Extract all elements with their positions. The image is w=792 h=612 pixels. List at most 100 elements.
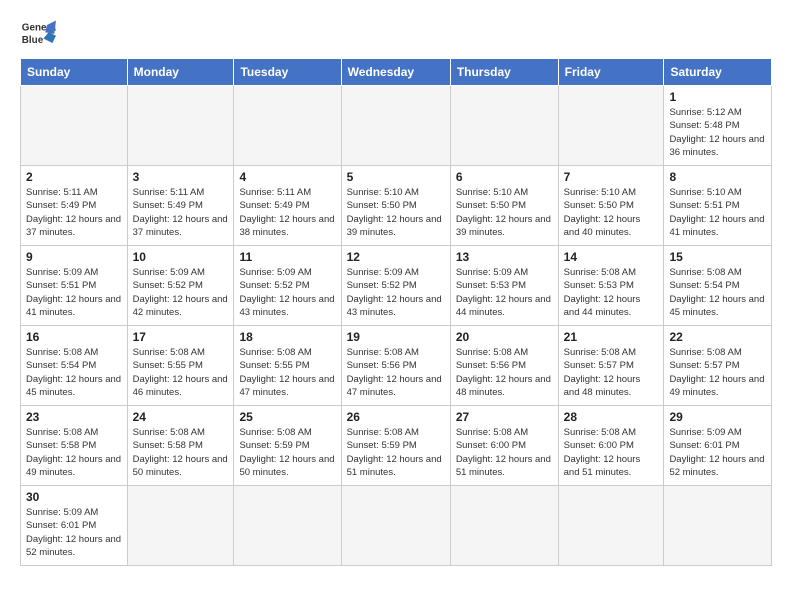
calendar-day-cell <box>558 86 664 166</box>
calendar-day-cell: 15 Sunrise: 5:08 AM Sunset: 5:54 PM Dayli… <box>664 246 772 326</box>
day-number: 1 <box>669 90 766 104</box>
day-number: 29 <box>669 410 766 424</box>
generalblue-logo-icon: General Blue <box>20 16 56 52</box>
day-info: Sunrise: 5:08 AM Sunset: 6:00 PM Dayligh… <box>564 426 659 479</box>
calendar-day-cell: 8 Sunrise: 5:10 AM Sunset: 5:51 PM Daylig… <box>664 166 772 246</box>
day-number: 24 <box>133 410 229 424</box>
day-info: Sunrise: 5:08 AM Sunset: 5:59 PM Dayligh… <box>347 426 445 479</box>
day-info: Sunrise: 5:08 AM Sunset: 5:56 PM Dayligh… <box>456 346 553 399</box>
calendar-day-cell <box>21 86 128 166</box>
day-number: 18 <box>239 330 335 344</box>
weekday-header-sunday: Sunday <box>21 59 128 86</box>
calendar-week-row: 30Sunrise: 5:09 AM Sunset: 6:01 PM Dayli… <box>21 486 772 566</box>
day-info: Sunrise: 5:08 AM Sunset: 5:55 PM Dayligh… <box>239 346 335 399</box>
day-number: 21 <box>564 330 659 344</box>
calendar-day-cell: 2Sunrise: 5:11 AM Sunset: 5:49 PM Daylig… <box>21 166 128 246</box>
calendar-week-row: 16 Sunrise: 5:08 AM Sunset: 5:54 PM Dayli… <box>21 326 772 406</box>
calendar-day-cell: 6 Sunrise: 5:10 AM Sunset: 5:50 PM Daylig… <box>450 166 558 246</box>
day-number: 9 <box>26 250 122 264</box>
calendar-day-cell: 14Sunrise: 5:08 AM Sunset: 5:53 PM Dayli… <box>558 246 664 326</box>
day-number: 19 <box>347 330 445 344</box>
day-info: Sunrise: 5:09 AM Sunset: 5:52 PM Dayligh… <box>239 266 335 319</box>
calendar-day-cell <box>341 86 450 166</box>
weekday-header-monday: Monday <box>127 59 234 86</box>
calendar-day-cell <box>341 486 450 566</box>
day-info: Sunrise: 5:08 AM Sunset: 5:55 PM Dayligh… <box>133 346 229 399</box>
calendar-day-cell: 21Sunrise: 5:08 AM Sunset: 5:57 PM Dayli… <box>558 326 664 406</box>
calendar-day-cell: 20Sunrise: 5:08 AM Sunset: 5:56 PM Dayli… <box>450 326 558 406</box>
calendar-day-cell: 7Sunrise: 5:10 AM Sunset: 5:50 PM Daylig… <box>558 166 664 246</box>
calendar-week-row: 1 Sunrise: 5:12 AM Sunset: 5:48 PM Daylig… <box>21 86 772 166</box>
calendar-day-cell: 30Sunrise: 5:09 AM Sunset: 6:01 PM Dayli… <box>21 486 128 566</box>
day-info: Sunrise: 5:09 AM Sunset: 5:52 PM Dayligh… <box>133 266 229 319</box>
day-number: 2 <box>26 170 122 184</box>
calendar-day-cell: 4 Sunrise: 5:11 AM Sunset: 5:49 PM Daylig… <box>234 166 341 246</box>
day-number: 11 <box>239 250 335 264</box>
calendar-day-cell <box>558 486 664 566</box>
calendar-day-cell <box>664 486 772 566</box>
day-info: Sunrise: 5:08 AM Sunset: 5:53 PM Dayligh… <box>564 266 659 319</box>
calendar-day-cell <box>234 86 341 166</box>
day-info: Sunrise: 5:09 AM Sunset: 5:52 PM Dayligh… <box>347 266 445 319</box>
calendar-day-cell: 17 Sunrise: 5:08 AM Sunset: 5:55 PM Dayli… <box>127 326 234 406</box>
day-number: 15 <box>669 250 766 264</box>
calendar-day-cell: 18 Sunrise: 5:08 AM Sunset: 5:55 PM Dayli… <box>234 326 341 406</box>
calendar-week-row: 23Sunrise: 5:08 AM Sunset: 5:58 PM Dayli… <box>21 406 772 486</box>
day-info: Sunrise: 5:08 AM Sunset: 5:56 PM Dayligh… <box>347 346 445 399</box>
logo: General Blue <box>20 16 56 52</box>
calendar-day-cell <box>127 486 234 566</box>
calendar-day-cell: 24 Sunrise: 5:08 AM Sunset: 5:58 PM Dayli… <box>127 406 234 486</box>
day-number: 27 <box>456 410 553 424</box>
day-info: Sunrise: 5:10 AM Sunset: 5:51 PM Dayligh… <box>669 186 766 239</box>
calendar-day-cell: 10Sunrise: 5:09 AM Sunset: 5:52 PM Dayli… <box>127 246 234 326</box>
calendar-week-row: 9 Sunrise: 5:09 AM Sunset: 5:51 PM Daylig… <box>21 246 772 326</box>
calendar-day-cell: 27 Sunrise: 5:08 AM Sunset: 6:00 PM Dayli… <box>450 406 558 486</box>
day-info: Sunrise: 5:08 AM Sunset: 5:58 PM Dayligh… <box>133 426 229 479</box>
weekday-header-row: SundayMondayTuesdayWednesdayThursdayFrid… <box>21 59 772 86</box>
calendar-day-cell: 25Sunrise: 5:08 AM Sunset: 5:59 PM Dayli… <box>234 406 341 486</box>
day-number: 8 <box>669 170 766 184</box>
calendar-day-cell: 13 Sunrise: 5:09 AM Sunset: 5:53 PM Dayli… <box>450 246 558 326</box>
calendar-day-cell: 1 Sunrise: 5:12 AM Sunset: 5:48 PM Daylig… <box>664 86 772 166</box>
weekday-header-thursday: Thursday <box>450 59 558 86</box>
day-info: Sunrise: 5:11 AM Sunset: 5:49 PM Dayligh… <box>133 186 229 239</box>
day-info: Sunrise: 5:11 AM Sunset: 5:49 PM Dayligh… <box>239 186 335 239</box>
calendar-day-cell: 16 Sunrise: 5:08 AM Sunset: 5:54 PM Dayli… <box>21 326 128 406</box>
calendar-day-cell: 11 Sunrise: 5:09 AM Sunset: 5:52 PM Dayli… <box>234 246 341 326</box>
calendar-day-cell: 19 Sunrise: 5:08 AM Sunset: 5:56 PM Dayli… <box>341 326 450 406</box>
day-info: Sunrise: 5:12 AM Sunset: 5:48 PM Dayligh… <box>669 106 766 159</box>
day-number: 4 <box>239 170 335 184</box>
day-info: Sunrise: 5:08 AM Sunset: 6:00 PM Dayligh… <box>456 426 553 479</box>
day-number: 17 <box>133 330 229 344</box>
day-number: 12 <box>347 250 445 264</box>
day-number: 13 <box>456 250 553 264</box>
calendar-day-cell: 23Sunrise: 5:08 AM Sunset: 5:58 PM Dayli… <box>21 406 128 486</box>
day-info: Sunrise: 5:10 AM Sunset: 5:50 PM Dayligh… <box>456 186 553 239</box>
weekday-header-tuesday: Tuesday <box>234 59 341 86</box>
day-number: 16 <box>26 330 122 344</box>
calendar-day-cell: 12 Sunrise: 5:09 AM Sunset: 5:52 PM Dayli… <box>341 246 450 326</box>
calendar-day-cell <box>234 486 341 566</box>
day-info: Sunrise: 5:09 AM Sunset: 5:53 PM Dayligh… <box>456 266 553 319</box>
day-info: Sunrise: 5:09 AM Sunset: 6:01 PM Dayligh… <box>669 426 766 479</box>
calendar-day-cell: 9 Sunrise: 5:09 AM Sunset: 5:51 PM Daylig… <box>21 246 128 326</box>
weekday-header-saturday: Saturday <box>664 59 772 86</box>
calendar-day-cell: 29 Sunrise: 5:09 AM Sunset: 6:01 PM Dayli… <box>664 406 772 486</box>
day-info: Sunrise: 5:08 AM Sunset: 5:58 PM Dayligh… <box>26 426 122 479</box>
svg-text:Blue: Blue <box>22 35 44 46</box>
calendar-table: SundayMondayTuesdayWednesdayThursdayFrid… <box>20 58 772 566</box>
calendar-week-row: 2 Sunrise: 5:11 AM Sunset: 5:49 PM Daylig… <box>21 166 772 246</box>
calendar-day-cell: 3Sunrise: 5:11 AM Sunset: 5:49 PM Daylig… <box>127 166 234 246</box>
calendar-day-cell <box>127 86 234 166</box>
day-number: 6 <box>456 170 553 184</box>
day-info: Sunrise: 5:09 AM Sunset: 6:01 PM Dayligh… <box>26 506 122 559</box>
calendar-day-cell: 5Sunrise: 5:10 AM Sunset: 5:50 PM Daylig… <box>341 166 450 246</box>
day-info: Sunrise: 5:08 AM Sunset: 5:57 PM Dayligh… <box>669 346 766 399</box>
day-info: Sunrise: 5:08 AM Sunset: 5:54 PM Dayligh… <box>669 266 766 319</box>
day-info: Sunrise: 5:08 AM Sunset: 5:59 PM Dayligh… <box>239 426 335 479</box>
weekday-header-wednesday: Wednesday <box>341 59 450 86</box>
day-info: Sunrise: 5:08 AM Sunset: 5:54 PM Dayligh… <box>26 346 122 399</box>
day-number: 7 <box>564 170 659 184</box>
day-info: Sunrise: 5:09 AM Sunset: 5:51 PM Dayligh… <box>26 266 122 319</box>
calendar-day-cell: 22Sunrise: 5:08 AM Sunset: 5:57 PM Dayli… <box>664 326 772 406</box>
